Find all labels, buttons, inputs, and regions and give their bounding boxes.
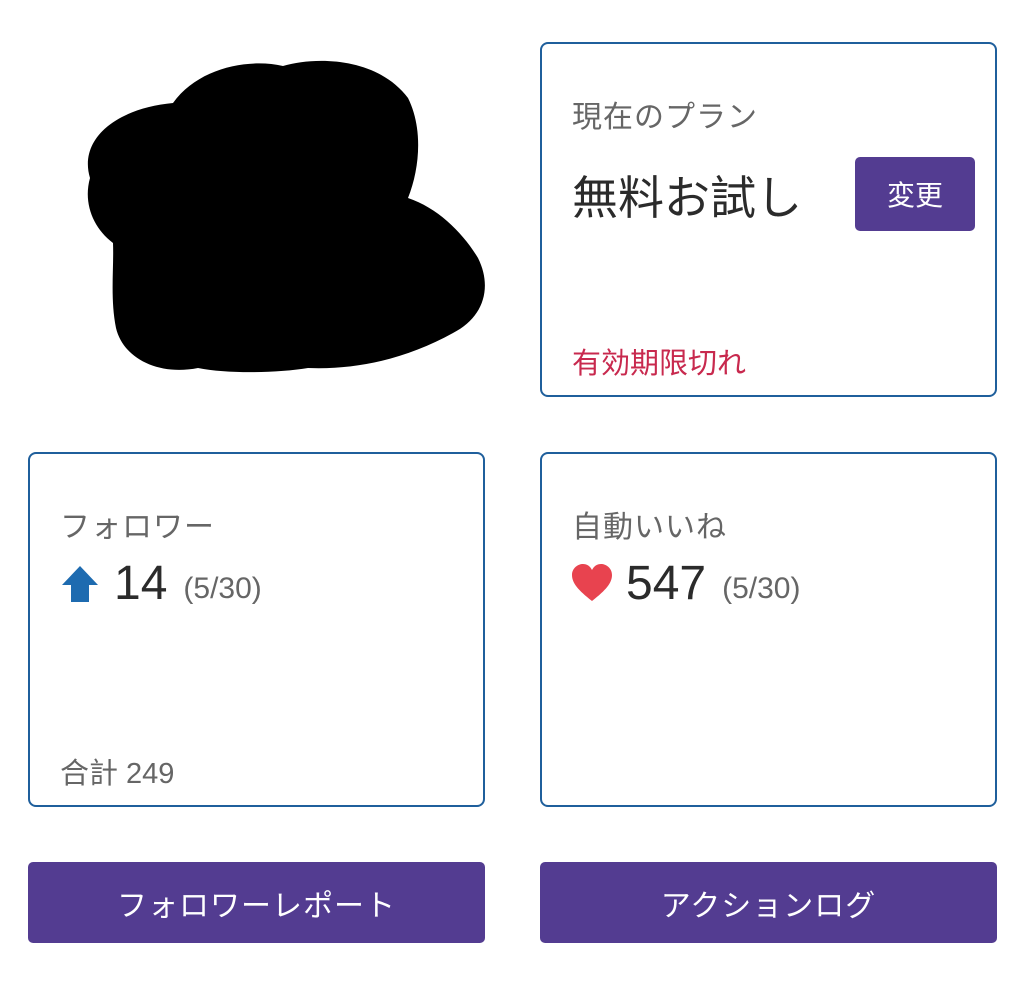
- followers-stat: 14 (5/30): [58, 556, 262, 611]
- redacted-profile-image: [87, 60, 485, 373]
- action-log-button[interactable]: アクションログ: [540, 862, 997, 943]
- arrow-up-icon: [62, 565, 98, 602]
- auto-likes-value: 547: [626, 557, 707, 610]
- plan-label: 現在のプラン: [572, 100, 758, 135]
- plan-status: 有効期限切れ: [572, 346, 747, 380]
- total-value: 249: [126, 758, 175, 790]
- plan-card: 現在のプラン 無料お試し 変更 有効期限切れ: [540, 42, 997, 397]
- total-label: 合計: [60, 756, 119, 790]
- auto-likes-label: 自動いいね: [572, 510, 727, 545]
- heart-icon: [572, 563, 612, 601]
- followers-date: (5/30): [183, 571, 262, 605]
- auto-likes-date: (5/30): [722, 571, 801, 605]
- auto-likes-stat: 547 (5/30): [570, 556, 800, 611]
- follower-report-button[interactable]: フォロワーレポート: [28, 862, 485, 943]
- followers-total: 合計 249: [60, 750, 174, 792]
- followers-card: フォロワー 14 (5/30) 合計 249: [28, 452, 485, 807]
- change-plan-button[interactable]: 変更: [855, 157, 975, 231]
- followers-label: フォロワー: [60, 510, 215, 545]
- auto-likes-card: 自動いいね 547 (5/30): [540, 452, 997, 807]
- plan-name: 無料お試し: [572, 171, 802, 225]
- followers-value: 14: [114, 557, 168, 610]
